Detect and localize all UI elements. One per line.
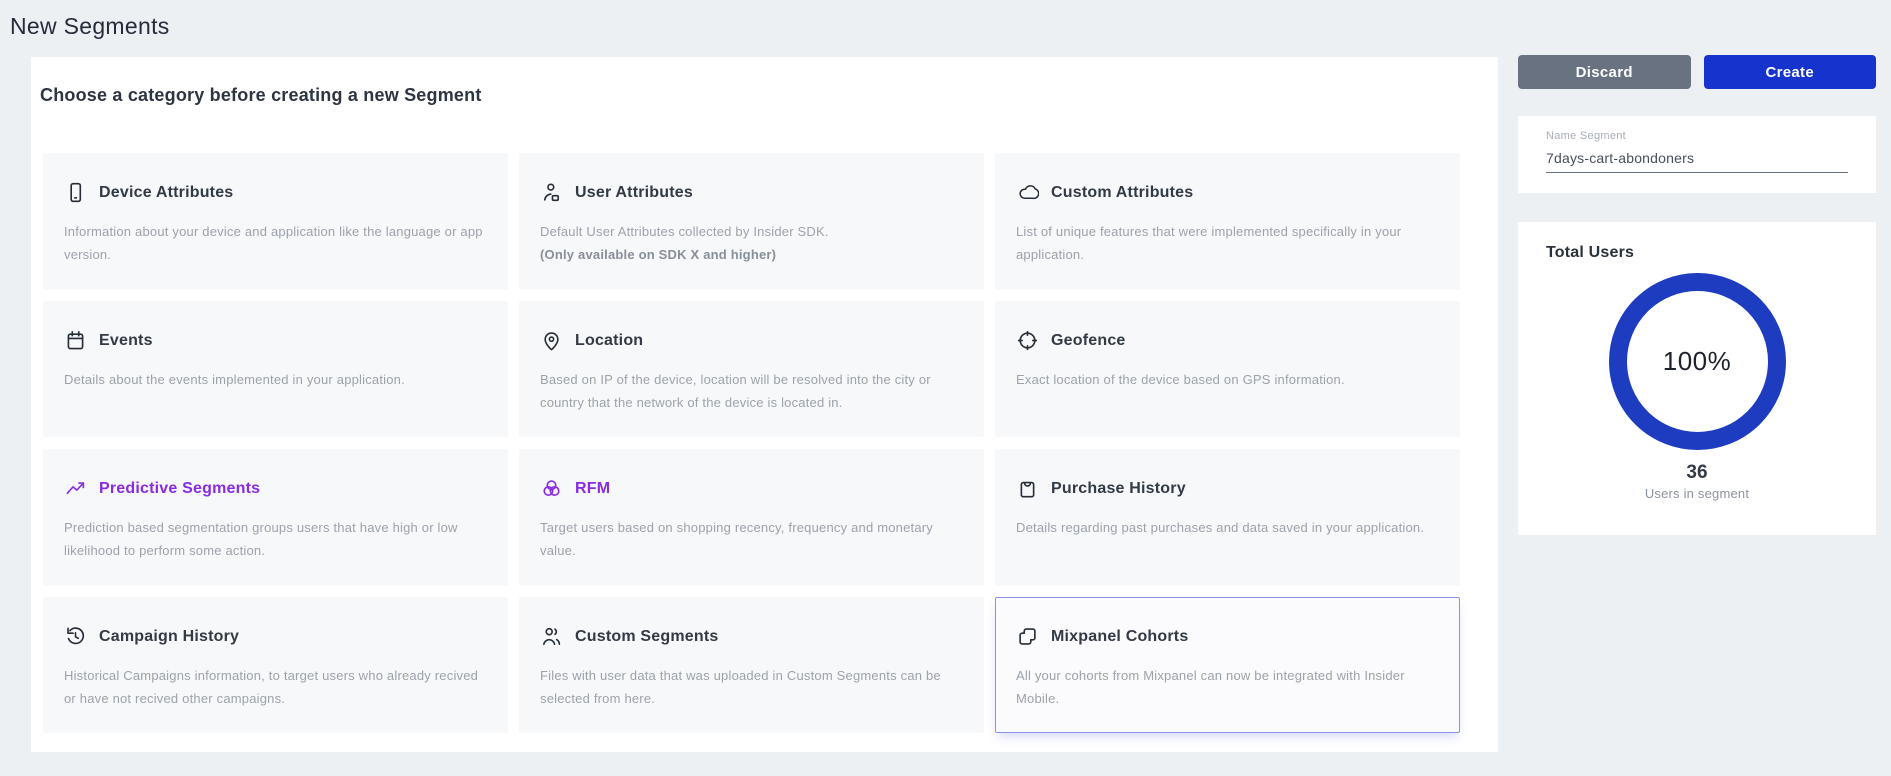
category-description: Target users based on shopping recency, … [540, 517, 960, 563]
panel-heading: Choose a category before creating a new … [40, 85, 1498, 106]
user-device-icon [540, 181, 563, 204]
category-description: Historical Campaigns information, to tar… [64, 665, 484, 711]
category-title: Purchase History [1051, 480, 1186, 498]
category-description: Information about your device and applic… [64, 221, 484, 267]
category-card-geofence[interactable]: Geofence Exact location of the device ba… [995, 301, 1460, 437]
shopping-bag-icon [1016, 477, 1039, 500]
category-description: Prediction based segmentation groups use… [64, 517, 484, 563]
category-description: Details regarding past purchases and dat… [1016, 517, 1436, 540]
category-description: Details about the events implemented in … [64, 369, 484, 392]
category-card-rfm[interactable]: RFM Target users based on shopping recen… [519, 449, 984, 585]
linked-squares-icon [1016, 625, 1039, 648]
category-description-note: (Only available on SDK X and higher) [540, 244, 961, 267]
users-icon [540, 625, 563, 648]
category-title: User Attributes [575, 184, 693, 202]
smartphone-icon [64, 181, 87, 204]
action-buttons: Discard Create [1518, 55, 1876, 89]
category-title: Mixpanel Cohorts [1051, 628, 1188, 646]
trending-up-icon [64, 477, 87, 500]
category-card-mixpanel-cohorts[interactable]: Mixpanel Cohorts All your cohorts from M… [995, 597, 1460, 733]
name-segment-label: Name Segment [1546, 130, 1848, 142]
category-grid: Device Attributes Information about your… [43, 153, 1460, 733]
category-title: RFM [575, 480, 610, 498]
cloud-icon [1016, 181, 1039, 204]
history-clock-icon [64, 625, 87, 648]
geofence-target-icon [1016, 329, 1039, 352]
category-title: Custom Attributes [1051, 184, 1193, 202]
category-card-location[interactable]: Location Based on IP of the device, loca… [519, 301, 984, 437]
category-title: Campaign History [99, 628, 239, 646]
category-card-device-attributes[interactable]: Device Attributes Information about your… [43, 153, 508, 289]
category-card-predictive-segments[interactable]: Predictive Segments Prediction based seg… [43, 449, 508, 585]
category-description: Exact location of the device based on GP… [1016, 369, 1436, 392]
category-description: Based on IP of the device, location will… [540, 369, 960, 415]
page-title: New Segments [10, 13, 170, 40]
category-title: Geofence [1051, 332, 1126, 350]
map-pin-icon [540, 329, 563, 352]
category-card-purchase-history[interactable]: Purchase History Details regarding past … [995, 449, 1460, 585]
category-description: All your cohorts from Mixpanel can now b… [1016, 665, 1436, 711]
segment-category-panel: Choose a category before creating a new … [31, 57, 1498, 752]
users-caption: Users in segment [1518, 486, 1876, 501]
category-title: Device Attributes [99, 184, 233, 202]
name-segment-card: Name Segment [1518, 116, 1876, 193]
category-card-user-attributes[interactable]: User Attributes Default User Attributes … [519, 153, 984, 289]
category-card-campaign-history[interactable]: Campaign History Historical Campaigns in… [43, 597, 508, 733]
users-donut-chart: 100% [1609, 273, 1786, 450]
name-segment-input[interactable] [1546, 148, 1848, 173]
discard-button[interactable]: Discard [1518, 55, 1691, 89]
category-title: Location [575, 332, 643, 350]
total-users-card: Total Users 100% 36 Users in segment [1518, 222, 1876, 535]
create-button[interactable]: Create [1704, 55, 1877, 89]
category-description: List of unique features that were implem… [1016, 221, 1436, 267]
category-card-events[interactable]: Events Details about the events implemen… [43, 301, 508, 437]
category-description: Files with user data that was uploaded i… [540, 665, 960, 711]
category-title: Predictive Segments [99, 480, 260, 498]
venn-circles-icon [540, 477, 563, 500]
category-card-custom-attributes[interactable]: Custom Attributes List of unique feature… [995, 153, 1460, 289]
category-description: Default User Attributes collected by Ins… [540, 221, 960, 244]
donut-percent-label: 100% [1663, 346, 1732, 377]
users-count: 36 [1518, 462, 1876, 484]
category-title: Custom Segments [575, 628, 718, 646]
total-users-title: Total Users [1546, 244, 1876, 262]
category-card-custom-segments[interactable]: Custom Segments Files with user data tha… [519, 597, 984, 733]
category-title: Events [99, 332, 153, 350]
calendar-icon [64, 329, 87, 352]
